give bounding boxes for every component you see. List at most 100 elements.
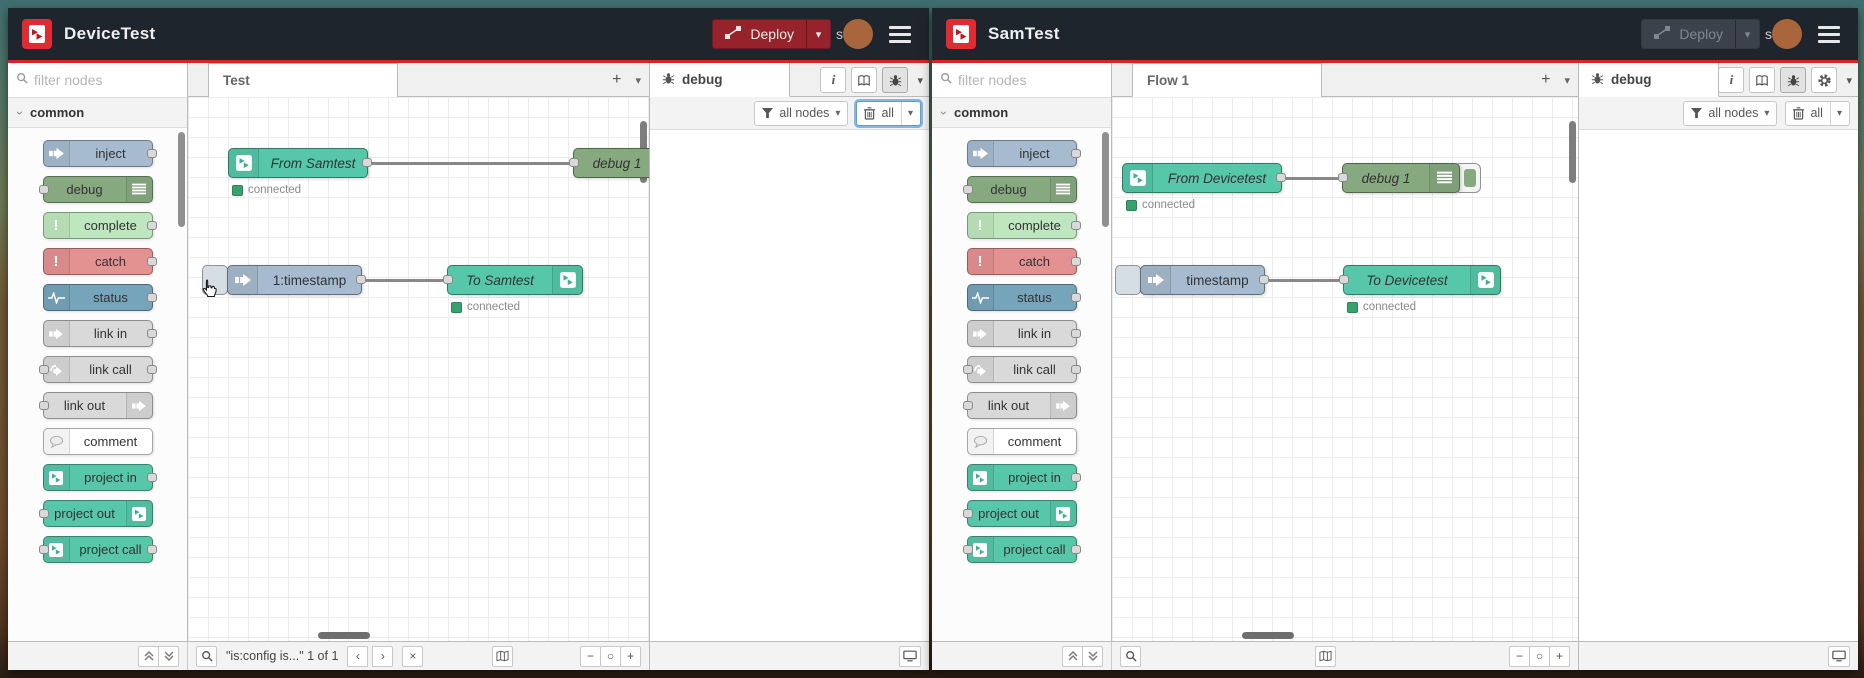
output-port[interactable]: [1070, 148, 1081, 158]
zoom-reset-button[interactable]: ○: [1529, 645, 1550, 667]
canvas-horizontal-scrollbar[interactable]: [318, 632, 370, 639]
output-port[interactable]: [146, 328, 157, 338]
search-prev-button[interactable]: ‹: [347, 645, 369, 667]
output-port[interactable]: [1070, 544, 1081, 554]
sidebar-tab-debug[interactable]: debug: [1579, 63, 1719, 97]
palette-node-debug[interactable]: debug: [962, 176, 1077, 203]
zoom-out-button[interactable]: −: [1509, 645, 1530, 667]
input-port[interactable]: [38, 400, 49, 410]
palette-search[interactable]: [932, 63, 1111, 98]
input-port[interactable]: [962, 544, 973, 554]
palette-node-link-out[interactable]: link out: [38, 392, 153, 419]
flow-canvas[interactable]: From Samtest connected debug 1 1:timesta…: [188, 97, 649, 641]
input-port[interactable]: [38, 544, 49, 554]
palette-node-project-out[interactable]: project out: [962, 500, 1077, 527]
input-port[interactable]: [38, 364, 49, 374]
palette-node-project-in[interactable]: project in: [966, 464, 1081, 491]
flow-node-from-samtest[interactable]: From Samtest: [228, 148, 372, 178]
filter-nodes-button[interactable]: all nodes ▾: [754, 100, 849, 126]
palette-node-catch[interactable]: ! catch: [42, 248, 157, 275]
palette-node-project-out[interactable]: project out: [38, 500, 153, 527]
palette-expand-all-button[interactable]: [1062, 645, 1083, 667]
input-port[interactable]: [38, 184, 49, 194]
palette-node-link-call[interactable]: link call: [962, 356, 1081, 383]
palette-node-project-call[interactable]: project call: [38, 536, 157, 563]
output-port[interactable]: [146, 364, 157, 374]
palette-node-link-call[interactable]: link call: [38, 356, 157, 383]
output-port[interactable]: [1276, 173, 1286, 182]
palette-node-complete[interactable]: ! complete: [42, 212, 157, 239]
navigator-button[interactable]: [1315, 645, 1336, 667]
gear-icon[interactable]: [1811, 67, 1838, 93]
help-button[interactable]: [851, 67, 878, 93]
output-port[interactable]: [146, 220, 157, 230]
output-port[interactable]: [356, 275, 366, 284]
add-flow-button[interactable]: +: [1541, 71, 1550, 89]
palette-node-inject[interactable]: inject: [966, 140, 1081, 167]
output-port[interactable]: [362, 158, 372, 167]
canvas-vertical-scrollbar[interactable]: [1569, 121, 1576, 183]
flow-canvas[interactable]: From Devicetest connected debug 1 timest…: [1112, 97, 1578, 641]
palette-expand-all-button[interactable]: [138, 645, 159, 667]
deploy-button[interactable]: Deploy ▾: [1641, 19, 1760, 49]
filter-nodes-button[interactable]: all nodes ▾: [1683, 100, 1778, 126]
info-button[interactable]: i: [1718, 67, 1745, 93]
palette-node-catch[interactable]: ! catch: [966, 248, 1081, 275]
flow-tab-flow1[interactable]: Flow 1: [1132, 63, 1322, 97]
help-button[interactable]: [1749, 67, 1776, 93]
palette-scrollbar[interactable]: [178, 132, 185, 227]
zoom-out-button[interactable]: −: [580, 645, 601, 667]
input-port[interactable]: [38, 508, 49, 518]
user-avatar[interactable]: s: [836, 19, 873, 49]
clear-messages-button[interactable]: all ▾: [1785, 100, 1850, 126]
palette-filter-input[interactable]: [34, 72, 179, 88]
output-port[interactable]: [146, 292, 157, 302]
palette-collapse-all-button[interactable]: [158, 645, 179, 667]
palette-node-debug[interactable]: debug: [38, 176, 153, 203]
flow-tab-test[interactable]: Test: [208, 63, 398, 97]
sidebar-tab-debug[interactable]: debug: [650, 63, 790, 97]
device-view-button[interactable]: [899, 645, 921, 667]
flow-list-caret[interactable]: ▾: [635, 74, 641, 87]
wire[interactable]: [1285, 177, 1344, 180]
output-port[interactable]: [1070, 472, 1081, 482]
palette-node-link-in[interactable]: link in: [966, 320, 1081, 347]
palette-node-comment[interactable]: comment: [42, 428, 153, 455]
input-port[interactable]: [569, 158, 579, 167]
output-port[interactable]: [1070, 292, 1081, 302]
output-port[interactable]: [1070, 256, 1081, 266]
inject-button[interactable]: [1115, 265, 1141, 295]
palette-node-link-in[interactable]: link in: [42, 320, 157, 347]
palette-collapse-all-button[interactable]: [1082, 645, 1103, 667]
flow-list-caret[interactable]: ▾: [1564, 74, 1570, 87]
flow-node-timestamp[interactable]: 1:timestamp: [227, 265, 366, 295]
input-port[interactable]: [962, 508, 973, 518]
palette-node-link-out[interactable]: link out: [962, 392, 1077, 419]
wire[interactable]: [371, 162, 575, 165]
flow-node-to-samtest[interactable]: To Samtest: [443, 265, 583, 295]
zoom-in-button[interactable]: +: [620, 645, 641, 667]
output-port[interactable]: [146, 472, 157, 482]
navigator-button[interactable]: [491, 645, 513, 667]
palette-filter-input[interactable]: [958, 72, 1103, 88]
debug-sidebar-button[interactable]: [882, 67, 909, 93]
search-next-button[interactable]: ›: [372, 645, 394, 667]
deploy-dropdown-caret[interactable]: ▾: [1735, 20, 1759, 48]
palette-node-status[interactable]: status: [42, 284, 157, 311]
search-close-button[interactable]: ×: [402, 645, 424, 667]
palette-node-inject[interactable]: inject: [42, 140, 157, 167]
wire[interactable]: [365, 279, 450, 282]
sidebar-dropdown-caret[interactable]: ▾: [917, 74, 923, 87]
output-port[interactable]: [1070, 364, 1081, 374]
output-port[interactable]: [146, 256, 157, 266]
flow-node-debug1[interactable]: debug 1: [1338, 163, 1460, 193]
palette-category-common[interactable]: › common: [932, 98, 1111, 128]
add-flow-button[interactable]: +: [612, 71, 621, 89]
flow-node-from-devicetest[interactable]: From Devicetest: [1122, 163, 1286, 193]
input-port[interactable]: [962, 184, 973, 194]
flow-node-debug1[interactable]: debug 1: [569, 148, 649, 178]
menu-button[interactable]: [1814, 22, 1844, 47]
input-port[interactable]: [962, 400, 973, 410]
input-port[interactable]: [1339, 275, 1349, 284]
zoom-reset-button[interactable]: ○: [600, 645, 621, 667]
